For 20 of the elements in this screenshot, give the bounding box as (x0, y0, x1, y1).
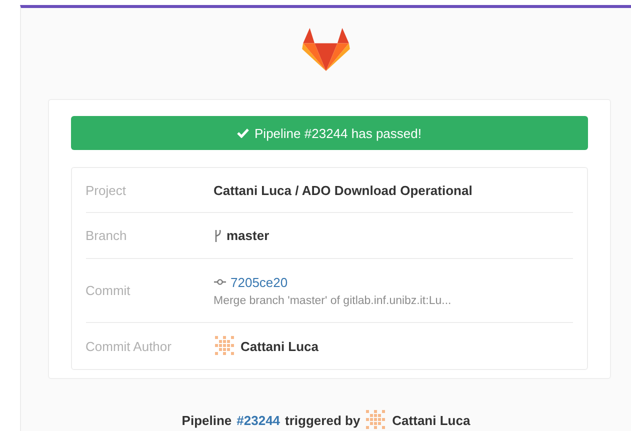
logo-icon (302, 28, 350, 71)
row-label: Commit Author (86, 338, 172, 354)
branch-name: master (226, 228, 270, 243)
check-icon (236, 128, 249, 138)
avatar-icon (214, 335, 236, 357)
commit-link[interactable]: 7205ce20 (230, 274, 288, 290)
row-label: Commit (86, 283, 132, 298)
commit-message: Merge branch 'master' of gitlab.inf.unibz.it:Lu... (214, 294, 452, 306)
row-label: Branch (86, 228, 128, 243)
author-name: Cattani Luca (392, 412, 470, 428)
pipeline-link[interactable]: #23244 (236, 412, 280, 428)
avatar-icon (365, 409, 388, 431)
branch-icon (214, 230, 222, 242)
row-label: Project (86, 182, 127, 198)
author-name: Cattani Luca (240, 338, 319, 354)
footer-text: Pipeline (182, 412, 232, 428)
commit-icon (214, 278, 226, 286)
footer-text: triggered by (285, 412, 360, 428)
project-name: Cattani Luca / ADO Download Operational (214, 182, 474, 198)
status-banner: Pipeline #23244 has passed! (70, 116, 588, 150)
